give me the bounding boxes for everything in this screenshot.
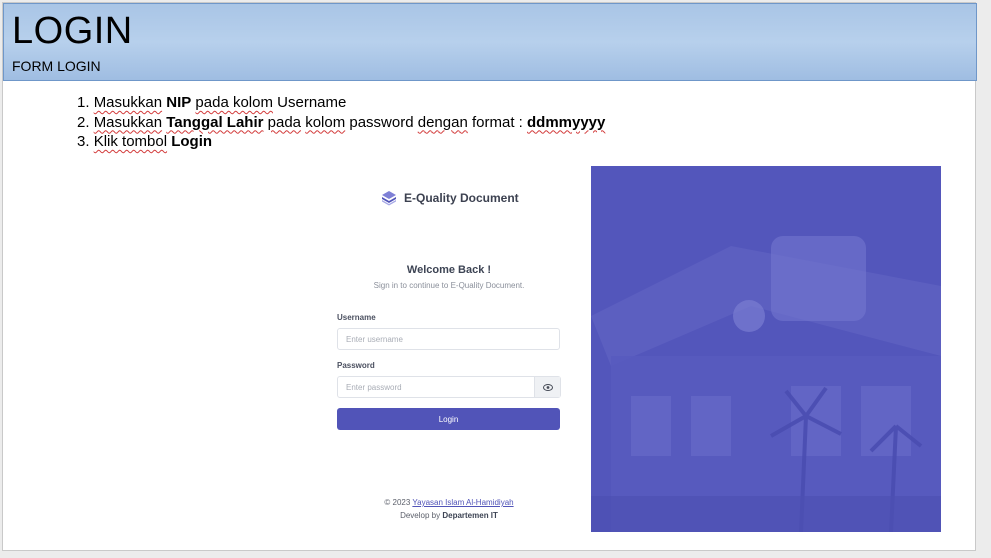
hero-image [591, 166, 941, 532]
step-text: NIP [166, 94, 192, 111]
password-toggle-button[interactable] [534, 377, 560, 397]
brand: E-Quality Document [381, 190, 519, 206]
welcome-subtitle: Sign in to continue to E-Quality Documen… [373, 281, 525, 290]
step-text: pada [267, 113, 302, 131]
login-button[interactable]: Login [337, 408, 560, 430]
footer-develop-text: Develop by [400, 511, 441, 520]
username-placeholder: Enter username [346, 335, 403, 344]
step-text: Username [272, 94, 347, 111]
footer-copyright: © 2023 Yayasan Islam Al-Hamidiyah [337, 498, 561, 507]
username-input[interactable]: Enter username [337, 328, 560, 350]
slide: LOGIN FORM LOGIN 1. Masukkan NIP pada ko… [2, 2, 977, 551]
slide-header: LOGIN FORM LOGIN [3, 3, 977, 81]
step-number: 2. [77, 113, 94, 131]
welcome-heading: Welcome Back ! [406, 264, 492, 276]
password-input[interactable]: Enter password [337, 376, 561, 398]
layers-icon [382, 191, 396, 206]
instruction-step: 1. Masukkan NIP pada kolom Username [77, 93, 605, 113]
password-placeholder: Enter password [346, 383, 402, 392]
password-label: Password [337, 361, 375, 370]
step-text: ddmmyyyy [527, 113, 606, 131]
instruction-step: 2. Masukkan Tanggal Lahir pada kolom pas… [77, 113, 605, 133]
step-text: pada kolom [195, 94, 273, 111]
instruction-list: 1. Masukkan NIP pada kolom Username 2. Ma… [77, 93, 605, 152]
step-text: Masukkan [93, 94, 163, 111]
brand-name: E-Quality Document [404, 191, 519, 205]
instruction-step: 3. Klik tombol Login [77, 132, 605, 152]
step-text: Masukkan [93, 113, 163, 131]
step-number: 3. [77, 133, 94, 150]
username-label: Username [337, 313, 376, 322]
slide-title: LOGIN [12, 10, 133, 52]
slide-subtitle: FORM LOGIN [12, 58, 101, 74]
step-text: Login [171, 133, 213, 150]
step-text: Klik tombol [93, 133, 168, 150]
step-text: password [345, 113, 418, 131]
footer-prefix: © 2023 [384, 498, 411, 507]
building-photo [591, 166, 941, 532]
login-screenshot: E-Quality Document Welcome Back ! Sign i… [303, 166, 941, 532]
step-number: 1. [77, 94, 94, 111]
eye-icon [542, 383, 553, 391]
footer-link[interactable]: Yayasan Islam Al-Hamidiyah [412, 498, 513, 507]
step-text: Tanggal Lahir [166, 113, 264, 131]
step-text: dengan [417, 113, 468, 131]
step-text: kolom [305, 113, 346, 131]
footer-develop: Develop by Departemen IT [337, 511, 561, 520]
slide-frame: LOGIN FORM LOGIN 1. Masukkan NIP pada ko… [0, 0, 991, 558]
step-text: format : [467, 113, 527, 131]
footer-dept: Departemen IT [442, 511, 498, 520]
